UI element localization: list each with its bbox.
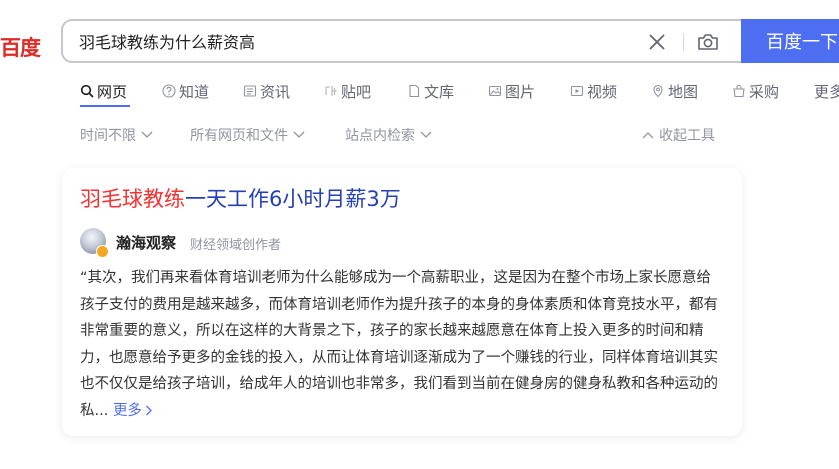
author-name[interactable]: 瀚海观察 bbox=[116, 232, 176, 253]
clear-icon[interactable] bbox=[646, 31, 668, 53]
tab-map[interactable]: 地图 bbox=[651, 79, 698, 103]
chevron-down-icon bbox=[420, 131, 432, 138]
search-box bbox=[61, 19, 747, 63]
title-text: 一天工作6小时月薪3万 bbox=[185, 187, 401, 211]
search-input[interactable] bbox=[79, 21, 619, 61]
title-highlight: 羽毛球教练 bbox=[80, 187, 185, 211]
map-icon bbox=[653, 84, 663, 98]
video-icon bbox=[570, 85, 584, 97]
collapse-tools-label: 收起工具 bbox=[659, 128, 715, 144]
result-title[interactable]: 羽毛球教练一天工作6小时月薪3万 bbox=[80, 183, 401, 213]
search-tools: 时间不限 所有网页和文件 站点内检索 收起工具 bbox=[80, 125, 740, 145]
search-result-card: 羽毛球教练一天工作6小时月薪3万 瀚海观察 财经领域创作者 “其次，我们再来看体… bbox=[62, 168, 742, 436]
tab-tieba[interactable]: 贴吧 bbox=[324, 79, 371, 103]
snippet-text: “其次，我们再来看体育培训老师为什么能够成为一个高薪职业，这是因为在整个市场上家… bbox=[80, 270, 718, 419]
tab-label: 知道 bbox=[179, 82, 210, 101]
tab-label: 更多 bbox=[814, 82, 839, 101]
document-icon bbox=[409, 84, 420, 98]
tab-shopping[interactable]: 采购 bbox=[732, 79, 779, 103]
tab-web[interactable]: 网页 bbox=[80, 79, 127, 103]
tab-images[interactable]: 图片 bbox=[488, 79, 535, 103]
news-icon bbox=[243, 85, 257, 97]
chevron-down-icon bbox=[293, 131, 305, 138]
active-tab-indicator bbox=[80, 105, 130, 107]
tab-label: 网页 bbox=[97, 82, 128, 101]
result-snippet: “其次，我们再来看体育培训老师为什么能够成为一个高薪职业，这是因为在整个市场上家… bbox=[80, 265, 724, 424]
search-button[interactable]: 百度一下 bbox=[741, 19, 839, 63]
chevron-up-icon bbox=[642, 132, 654, 139]
tab-label: 贴吧 bbox=[341, 82, 372, 101]
chevron-right-icon bbox=[145, 405, 152, 415]
time-filter[interactable]: 时间不限 bbox=[80, 125, 153, 145]
collapse-tools-button[interactable]: 收起工具 bbox=[642, 125, 715, 145]
file-type-filter-label: 所有网页和文件 bbox=[190, 128, 288, 144]
tab-more[interactable]: 更多 bbox=[814, 79, 839, 103]
shopping-icon bbox=[733, 84, 745, 98]
search-icon bbox=[80, 84, 94, 98]
chevron-down-icon bbox=[141, 131, 153, 138]
time-filter-label: 时间不限 bbox=[80, 128, 136, 144]
site-filter-label: 站点内检索 bbox=[345, 128, 415, 144]
camera-icon[interactable] bbox=[696, 30, 720, 54]
question-icon bbox=[162, 84, 176, 98]
site-filter[interactable]: 站点内检索 bbox=[345, 125, 432, 145]
more-link-label: 更多 bbox=[112, 402, 142, 419]
tab-label: 资讯 bbox=[260, 82, 291, 101]
tab-zhidao[interactable]: 知道 bbox=[162, 79, 209, 103]
more-link[interactable]: 更多 bbox=[113, 403, 153, 419]
tab-label: 图片 bbox=[505, 82, 536, 101]
baidu-logo[interactable]: 百度 bbox=[0, 32, 41, 62]
tab-label: 文库 bbox=[424, 82, 455, 101]
image-icon bbox=[488, 85, 502, 97]
search-divider bbox=[683, 33, 684, 51]
tab-wenku[interactable]: 文库 bbox=[407, 79, 454, 103]
tieba-icon bbox=[325, 86, 337, 96]
tab-news[interactable]: 资讯 bbox=[243, 79, 290, 103]
tab-label: 采购 bbox=[749, 82, 780, 101]
tab-label: 地图 bbox=[668, 82, 699, 101]
author-description: 财经领域创作者 bbox=[190, 238, 282, 253]
file-type-filter[interactable]: 所有网页和文件 bbox=[190, 125, 305, 145]
tab-video[interactable]: 视频 bbox=[570, 79, 617, 103]
verified-badge-icon bbox=[96, 245, 109, 258]
tab-label: 视频 bbox=[587, 82, 618, 101]
